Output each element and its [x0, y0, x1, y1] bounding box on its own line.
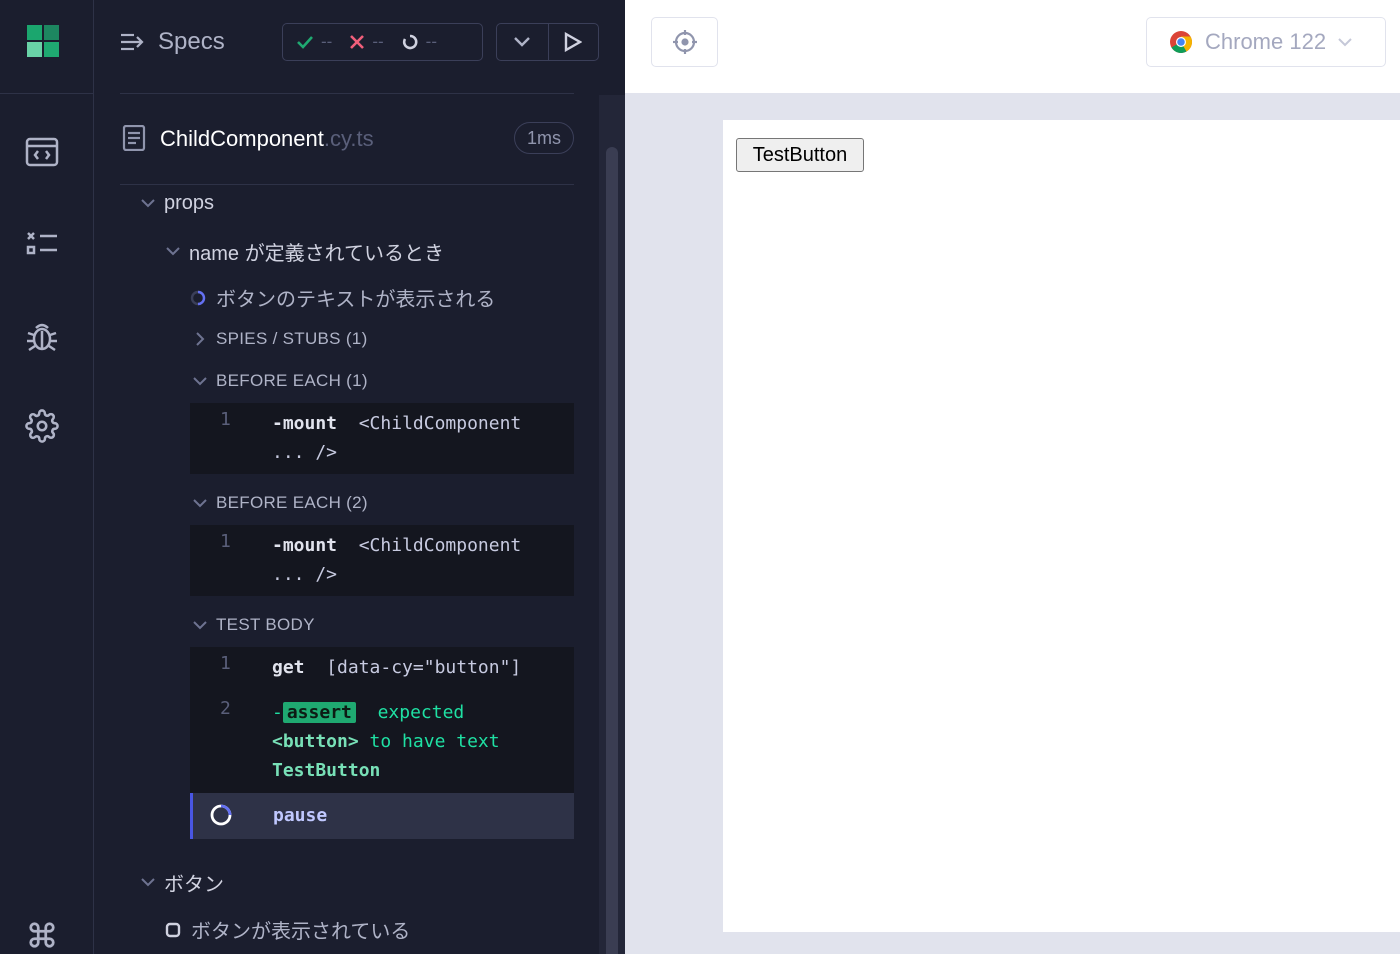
chevron-down-icon	[190, 620, 210, 630]
command-number: 1	[220, 653, 231, 674]
command-text: pause	[273, 805, 328, 826]
runs-nav-icon[interactable]	[24, 225, 60, 261]
command-text: -mount <ChildComponent ... />	[272, 535, 522, 585]
chevron-down-icon	[1338, 37, 1352, 46]
spinner-icon	[210, 804, 232, 826]
command-number: 1	[220, 409, 231, 430]
suite-title: ボタン	[164, 874, 224, 896]
browser-select[interactable]: Chrome 122	[1146, 17, 1386, 67]
running-icon	[190, 290, 206, 305]
suite-title: name が定義されているとき	[189, 243, 444, 265]
reporter-header: Specs -- -- --	[94, 0, 625, 94]
chevron-down-icon	[138, 878, 158, 887]
command-text: get [data-cy="button"]	[272, 657, 522, 678]
specs-nav-icon[interactable]	[24, 134, 60, 170]
failed-count: --	[372, 32, 384, 51]
reporter-scrollbar[interactable]	[599, 95, 625, 954]
test-body-section[interactable]: TEST BODY	[190, 615, 315, 635]
suite-button[interactable]: ボタン	[138, 868, 224, 897]
suite-title: props	[164, 192, 215, 214]
spies-stubs-section[interactable]: SPIES / STUBS (1)	[190, 329, 368, 349]
header-divider	[120, 93, 574, 94]
chrome-icon	[1170, 31, 1192, 53]
chevron-down-icon	[190, 498, 210, 508]
command-pause[interactable]: pause	[190, 793, 574, 839]
side-nav	[0, 0, 94, 954]
preview-toolbar: Chrome 122	[625, 0, 1400, 94]
command-text: -mount <ChildComponent ... />	[272, 413, 522, 463]
spec-file-name: ChildComponent.cy.ts	[160, 126, 374, 151]
pending-test-icon	[165, 922, 181, 937]
command-number: 2	[220, 698, 231, 719]
app-logo[interactable]	[0, 0, 93, 94]
command-list: 1 -mount <ChildComponent ... />	[190, 525, 574, 596]
test-button-text[interactable]: ボタンのテキストが表示される	[190, 283, 495, 312]
specs-toggle[interactable]: Specs	[120, 28, 225, 56]
assert-badge: assert	[282, 702, 356, 723]
pending-icon	[402, 34, 418, 50]
test-title: ボタンが表示されている	[191, 921, 411, 943]
suite-name-context[interactable]: name が定義されているとき	[163, 237, 444, 266]
document-icon	[122, 125, 146, 151]
specs-label: Specs	[158, 28, 225, 55]
chevron-down-icon	[514, 37, 531, 47]
failed-stat: --	[350, 32, 384, 52]
cross-icon	[350, 35, 365, 49]
command-text: - assert expected <button> to have text Tes…	[272, 702, 500, 781]
pending-count: --	[425, 32, 437, 51]
command-number: 1	[220, 531, 231, 552]
run-stats: -- -- --	[282, 23, 483, 61]
rerun-button[interactable]	[547, 24, 599, 60]
sidebar-toggle-icon	[121, 33, 144, 51]
reporter-panel: Specs -- -- -- ChildComponent.cy.ts 1ms …	[94, 0, 625, 954]
before-each-2-section[interactable]: BEFORE EACH (2)	[190, 493, 368, 513]
test-button-visible[interactable]: ボタンが表示されている	[165, 915, 410, 944]
section-title: SPIES / STUBS (1)	[216, 329, 368, 348]
section-title: BEFORE EACH (1)	[216, 371, 368, 390]
section-title: TEST BODY	[216, 615, 315, 634]
chevron-down-icon	[190, 376, 210, 386]
selector-playground-button[interactable]	[651, 17, 718, 67]
suite-props[interactable]: props	[138, 192, 214, 215]
before-each-1-section[interactable]: BEFORE EACH (1)	[190, 371, 368, 391]
run-controls	[496, 23, 599, 61]
chevron-down-icon	[138, 199, 158, 208]
settings-nav-icon[interactable]	[24, 408, 60, 444]
preview-area: Chrome 122 TestButton	[625, 0, 1400, 954]
passed-count: --	[321, 32, 333, 51]
debug-nav-icon[interactable]	[24, 318, 60, 354]
spec-duration-badge: 1ms	[513, 122, 574, 154]
browser-label: Chrome 122	[1205, 29, 1327, 54]
command-list: 1 -mount <ChildComponent ... />	[190, 403, 574, 474]
collapse-all-button[interactable]	[497, 24, 548, 60]
scrollbar-thumb[interactable]	[606, 147, 618, 954]
section-title: BEFORE EACH (2)	[216, 493, 368, 512]
test-button[interactable]: TestButton	[736, 138, 864, 172]
test-title: ボタンのテキストが表示される	[216, 289, 496, 311]
play-icon	[565, 32, 583, 52]
chevron-down-icon	[163, 247, 183, 256]
pending-stat: --	[402, 32, 437, 52]
chevron-right-icon	[190, 332, 210, 346]
spec-file-header[interactable]: ChildComponent.cy.ts 1ms	[120, 95, 574, 185]
cypress-logo-icon	[27, 25, 59, 57]
check-icon	[297, 36, 313, 49]
app-under-test-frame: TestButton	[723, 120, 1400, 932]
keyboard-shortcuts-icon[interactable]	[24, 917, 60, 953]
crosshair-icon	[672, 30, 697, 54]
passed-stat: --	[297, 32, 332, 52]
command-list: 1 get [data-cy="button"] 2 - assert expec…	[190, 647, 574, 839]
